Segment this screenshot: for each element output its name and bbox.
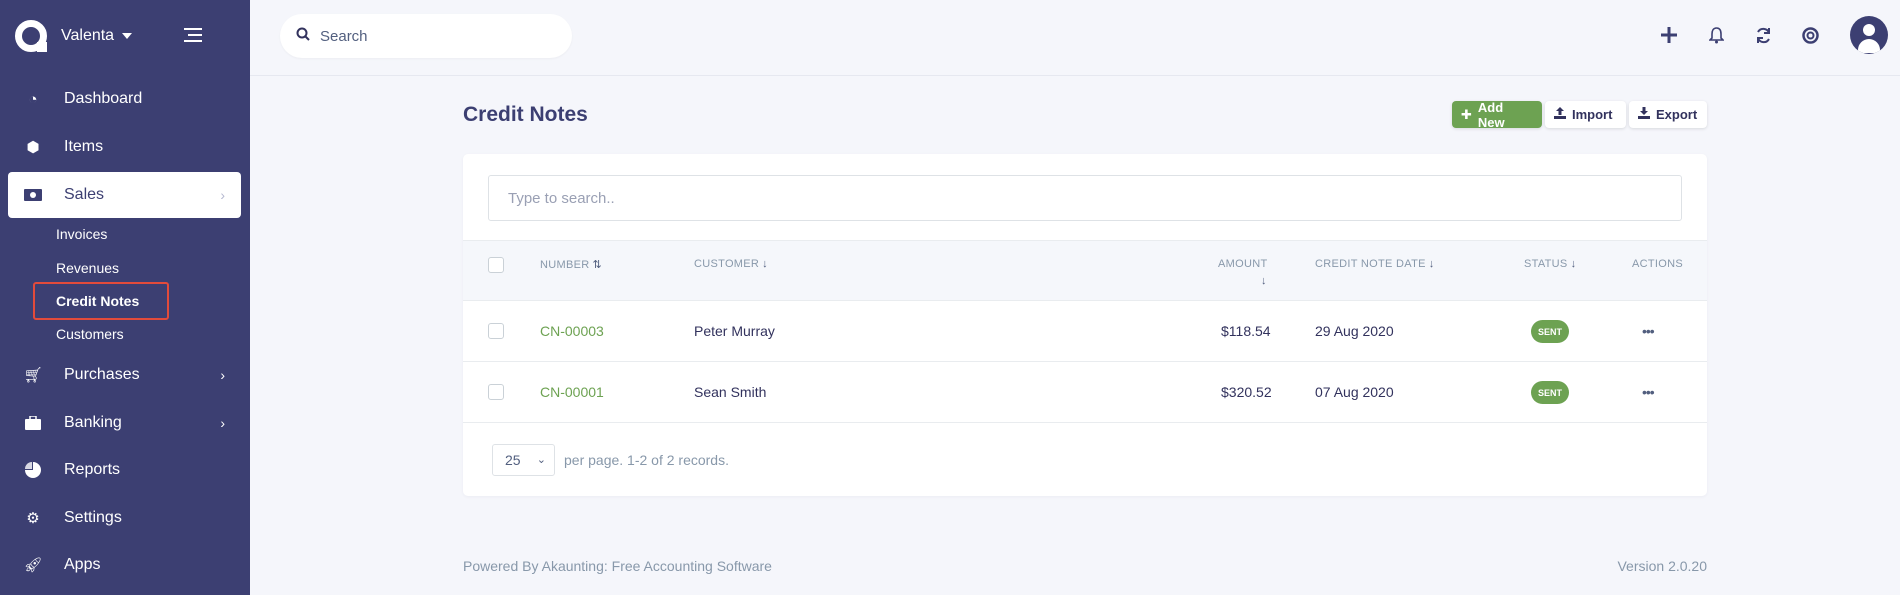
credit-note-number-link[interactable]: CN-00003: [540, 323, 604, 339]
sidebar-item-apps[interactable]: 🚀︎ Apps: [8, 542, 241, 588]
ellipsis-icon[interactable]: •••: [1642, 323, 1655, 339]
row-checkbox[interactable]: [488, 323, 504, 339]
import-button[interactable]: Import: [1545, 101, 1626, 128]
column-header-customer[interactable]: CUSTOMER ↓: [694, 258, 768, 270]
caret-down-icon: [122, 33, 133, 39]
status-badge: SENT: [1531, 381, 1569, 404]
per-page-select[interactable]: 25 ⌄: [492, 444, 555, 476]
add-new-button[interactable]: ✚ Add New: [1452, 99, 1542, 130]
gear-icon: ⚙: [26, 510, 40, 527]
arrow-down-icon: ↓: [762, 258, 768, 270]
sidebar-item-label: Settings: [64, 509, 122, 526]
topbar: Search: [250, 0, 1900, 76]
page-title: Credit Notes: [463, 103, 588, 126]
user-avatar-icon[interactable]: [1850, 16, 1888, 54]
upload-icon: [1554, 107, 1566, 122]
arrow-down-icon: ↓: [1261, 275, 1267, 287]
sidebar-item-label: Dashboard: [64, 90, 143, 107]
credit-note-date: 29 Aug 2020: [1315, 323, 1394, 339]
sidebar-item-label: Sales: [64, 186, 105, 203]
table-row[interactable]: CN-00003 Peter Murray $118.54 29 Aug 202…: [463, 301, 1707, 362]
sidebar-item-items[interactable]: ⬢ Items: [8, 124, 241, 170]
column-header-status[interactable]: STATUS ↓: [1524, 258, 1576, 270]
download-icon: [1638, 107, 1650, 122]
customer-name: Peter Murray: [694, 323, 775, 339]
column-header-actions: ACTIONS: [1632, 258, 1683, 270]
search-placeholder: Search: [320, 27, 368, 45]
sidebar-subitem-customers[interactable]: Customers: [56, 326, 124, 342]
ellipsis-icon[interactable]: •••: [1642, 384, 1655, 400]
sidebar-item-label: Purchases: [64, 366, 140, 383]
sidebar-subitem-invoices[interactable]: Invoices: [56, 226, 107, 242]
amount: $320.52: [1221, 384, 1272, 400]
company-name: Valenta: [61, 27, 115, 44]
export-button[interactable]: Export: [1629, 101, 1707, 128]
sidebar: Valenta ◔ Dashboard ⬢ Items Sales › Invo…: [0, 0, 250, 595]
plus-icon: ✚: [1461, 106, 1472, 122]
select-all-checkbox[interactable]: [488, 257, 504, 273]
shopping-cart-icon: 🛒︎: [23, 367, 43, 384]
sidebar-item-label: Items: [64, 138, 104, 155]
bell-icon[interactable]: [1706, 25, 1726, 45]
chart-pie-icon: [24, 461, 42, 479]
sidebar-item-sales[interactable]: Sales ›: [8, 172, 241, 218]
sidebar-item-settings[interactable]: ⚙ Settings: [8, 495, 241, 541]
pagination: 25 ⌄ per page. 1-2 of 2 records.: [492, 444, 729, 476]
table-search-field[interactable]: [488, 175, 1682, 221]
import-label: Import: [1572, 107, 1613, 122]
add-new-label: Add New: [1477, 99, 1505, 130]
sidebar-subitem-credit-notes[interactable]: Credit Notes: [56, 293, 139, 309]
footer-version: Version 2.0.20: [1617, 558, 1707, 574]
credit-note-date: 07 Aug 2020: [1315, 384, 1394, 400]
arrow-down-icon: ↓: [1428, 258, 1435, 270]
customer-name: Sean Smith: [694, 384, 767, 400]
akaunting-logo-icon: [15, 20, 47, 52]
plus-icon[interactable]: [1659, 25, 1679, 45]
briefcase-icon: [24, 414, 42, 432]
table-row[interactable]: CN-00001 Sean Smith $320.52 07 Aug 2020 …: [463, 362, 1707, 423]
chevron-right-icon: ›: [220, 187, 225, 203]
chevron-right-icon: ›: [220, 415, 225, 431]
column-header-amount[interactable]: AMOUNT: [1218, 258, 1267, 270]
cube-icon: ⬢: [26, 139, 40, 156]
per-page-value: 25: [505, 452, 521, 468]
money-bill-icon: [24, 186, 42, 204]
pagination-summary: per page. 1-2 of 2 records.: [564, 452, 729, 468]
sidebar-item-dashboard[interactable]: ◔ Dashboard: [8, 76, 241, 122]
search-icon: [296, 27, 310, 45]
sidebar-item-label: Banking: [64, 414, 122, 431]
export-label: Export: [1656, 107, 1698, 122]
status-badge: SENT: [1531, 320, 1569, 343]
column-header-number[interactable]: NUMBER ⇅: [540, 258, 602, 271]
company-switcher[interactable]: Valenta: [15, 20, 133, 52]
sidebar-toggle-icon[interactable]: [182, 28, 202, 46]
amount: $118.54: [1221, 323, 1271, 339]
sidebar-item-label: Reports: [64, 461, 121, 478]
sidebar-subitem-revenues[interactable]: Revenues: [56, 260, 119, 276]
footer-powered-by[interactable]: Powered By Akaunting: Free Accounting So…: [463, 558, 772, 574]
chevron-right-icon: ›: [220, 367, 225, 383]
column-header-credit-note-date[interactable]: CREDIT NOTE DATE ↓: [1315, 258, 1435, 270]
sidebar-item-banking[interactable]: Banking ›: [8, 400, 241, 446]
credit-notes-card: NUMBER⇅ CUSTOMER↓ AMOUNT ↓ CREDIT NOTE D…: [463, 154, 1707, 496]
sidebar-item-reports[interactable]: Reports: [8, 447, 241, 493]
credit-note-number-link[interactable]: CN-00001: [540, 384, 604, 400]
chevron-down-icon: ⌄: [536, 454, 546, 466]
rocket-icon: 🚀︎: [23, 557, 43, 574]
row-checkbox[interactable]: [488, 384, 504, 400]
life-ring-icon[interactable]: [1800, 25, 1820, 45]
gauge-icon: ◔: [28, 90, 38, 108]
table-search-input[interactable]: [489, 176, 1681, 220]
sidebar-item-purchases[interactable]: 🛒︎ Purchases ›: [8, 352, 241, 398]
refresh-icon[interactable]: [1753, 25, 1773, 45]
arrow-down-icon: ↓: [1570, 258, 1577, 270]
sidebar-item-label: Apps: [64, 556, 101, 573]
table-header: NUMBER ⇅ CUSTOMER ↓ AMOUNT ↓ CREDIT NOTE D…: [463, 240, 1707, 301]
global-search-input[interactable]: Search: [280, 14, 572, 58]
sort-icon: ⇅: [592, 259, 602, 271]
